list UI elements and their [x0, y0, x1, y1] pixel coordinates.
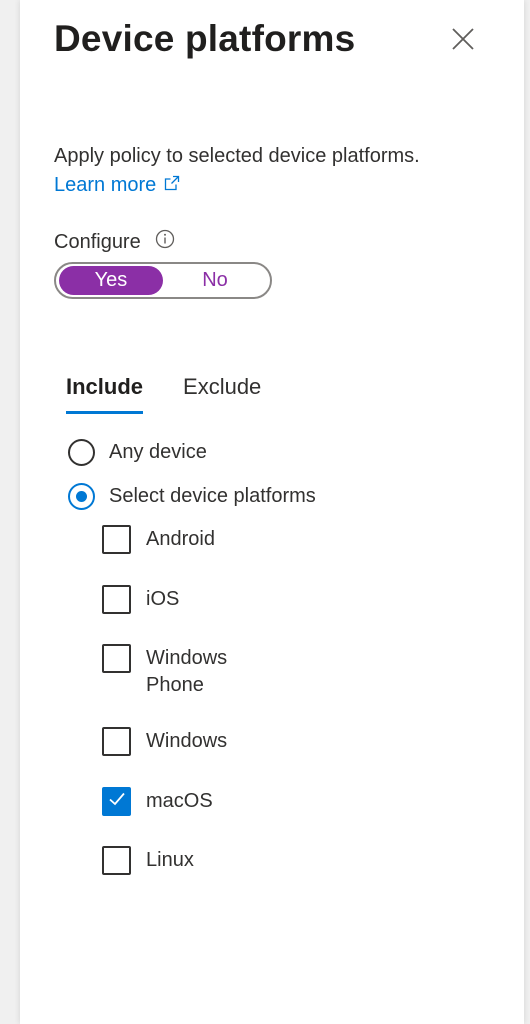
configure-row: Configure	[54, 229, 175, 255]
checkbox[interactable]	[102, 846, 131, 875]
platform-linux[interactable]: Linux	[102, 846, 266, 875]
external-link-icon	[164, 174, 180, 197]
checkbox-label: Windows	[146, 730, 228, 752]
checkbox[interactable]	[102, 585, 131, 614]
checkbox-label: Windows Phone	[146, 647, 228, 696]
checkmark-icon	[108, 790, 126, 814]
platform-windows[interactable]: Windows	[102, 727, 266, 756]
checkbox-label: Android	[146, 528, 215, 550]
checkbox[interactable]	[102, 727, 131, 756]
platform-android[interactable]: Android	[102, 525, 266, 554]
policy-description: Apply policy to selected device platform…	[54, 145, 420, 167]
toggle-yes-option[interactable]: Yes	[59, 266, 163, 295]
device-platforms-panel: Device platforms Apply policy to selecte…	[20, 0, 524, 1024]
radio-select-device-platforms[interactable]: Select device platforms	[68, 483, 316, 510]
tab-exclude[interactable]: Exclude	[183, 374, 261, 414]
close-button[interactable]	[446, 24, 480, 58]
checkbox[interactable]	[102, 787, 131, 816]
radio-button[interactable]	[68, 439, 95, 466]
platform-ios[interactable]: iOS	[102, 585, 266, 614]
configure-toggle: Yes No	[54, 262, 272, 299]
panel-title: Device platforms	[54, 18, 356, 59]
learn-more-label: Learn more	[54, 174, 157, 196]
info-icon[interactable]	[155, 229, 175, 255]
toggle-no-option[interactable]: No	[163, 266, 267, 295]
platform-macos[interactable]: macOS	[102, 787, 266, 816]
radio-button[interactable]	[68, 483, 95, 510]
tab-include[interactable]: Include	[66, 374, 144, 414]
checkbox-label: Linux	[146, 849, 194, 871]
radio-label: Select device platforms	[109, 485, 316, 507]
radio-any-device[interactable]: Any device	[68, 439, 207, 466]
checkbox-label: macOS	[146, 790, 213, 812]
configure-label: Configure	[54, 230, 141, 253]
learn-more-link[interactable]: Learn more	[54, 174, 180, 197]
checkbox-label: iOS	[146, 588, 180, 610]
checkbox[interactable]	[102, 525, 131, 554]
platform-windows-phone[interactable]: Windows Phone	[102, 644, 266, 699]
radio-selected-dot	[76, 491, 87, 502]
close-icon	[451, 27, 475, 56]
radio-label: Any device	[109, 441, 207, 463]
checkbox[interactable]	[102, 644, 131, 673]
include-exclude-tabs: Include Exclude	[66, 374, 261, 414]
